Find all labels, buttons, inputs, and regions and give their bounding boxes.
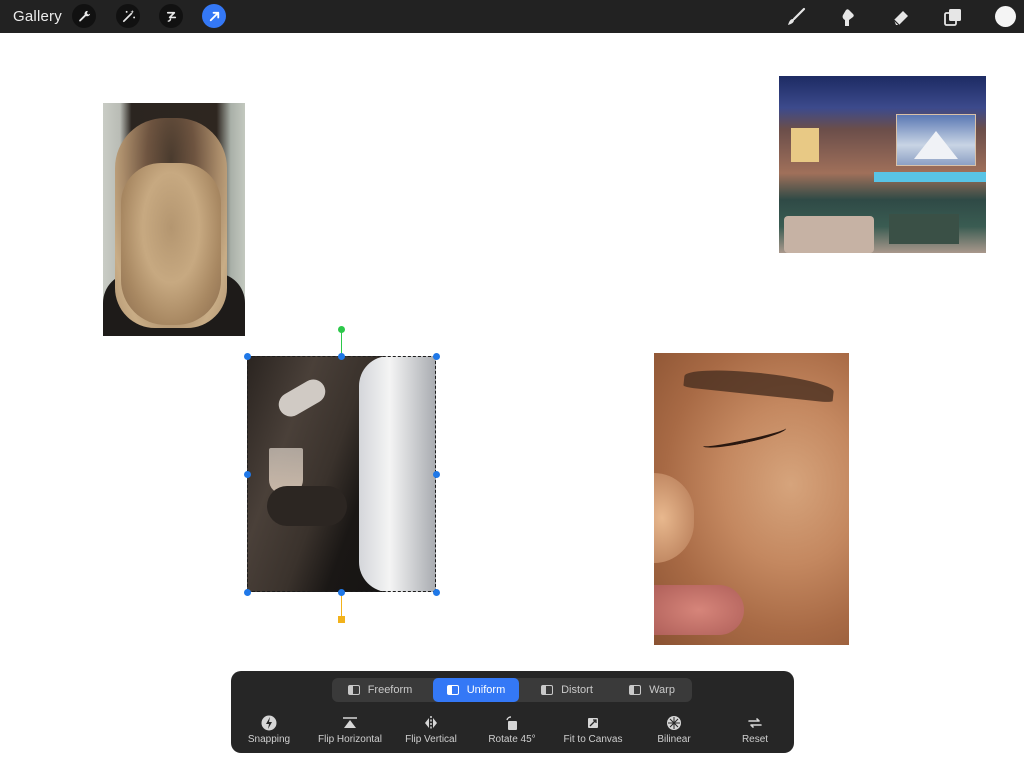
bilinear-icon [667, 716, 681, 730]
selection-bounding-box[interactable] [247, 356, 436, 592]
top-toolbar: Gallery [0, 0, 1024, 33]
reset-button[interactable]: Reset [715, 715, 795, 745]
flip-vertical-button[interactable]: Flip Vertical [391, 715, 471, 745]
photo-long-hair[interactable] [103, 103, 245, 336]
adjust-handle[interactable] [338, 616, 345, 623]
warp-icon [629, 685, 642, 695]
fit-to-canvas-button[interactable]: Fit to Canvas [553, 715, 633, 745]
mode-freeform[interactable]: Freeform [332, 678, 428, 702]
flip-vertical-icon [425, 716, 437, 730]
wrench-icon[interactable] [72, 4, 96, 28]
freeform-icon [347, 685, 360, 695]
uniform-icon [446, 685, 459, 695]
handle-top[interactable] [338, 353, 345, 360]
fit-canvas-icon [588, 718, 598, 728]
transform-toolbar: Freeform Uniform Distort Warp Snapping F… [231, 671, 794, 753]
magic-wand-icon[interactable] [116, 4, 140, 28]
handle-bottom[interactable] [338, 589, 345, 596]
adjust-handle-line [341, 592, 342, 619]
handle-right[interactable] [433, 471, 440, 478]
photo-face-closeup[interactable] [654, 353, 849, 645]
rotate-45-button[interactable]: Rotate 45° [472, 715, 552, 745]
reset-icon [748, 718, 762, 728]
rotate-icon [506, 716, 517, 730]
bilinear-button[interactable]: Bilinear [634, 715, 714, 745]
gallery-button[interactable]: Gallery [13, 8, 62, 25]
handle-top-left[interactable] [244, 353, 251, 360]
brush-icon[interactable] [784, 5, 808, 29]
handle-top-right[interactable] [433, 353, 440, 360]
rotation-handle[interactable] [338, 326, 345, 333]
mode-uniform[interactable]: Uniform [433, 678, 519, 702]
smudge-icon[interactable] [836, 5, 860, 29]
flip-horizontal-icon [343, 717, 357, 728]
distort-icon [541, 685, 554, 695]
mode-warp[interactable]: Warp [612, 678, 692, 702]
handle-bottom-left[interactable] [244, 589, 251, 596]
transform-mode-selector: Freeform Uniform Distort Warp [332, 678, 692, 702]
selection-icon[interactable] [159, 4, 183, 28]
mode-distort[interactable]: Distort [524, 678, 610, 702]
eraser-icon[interactable] [889, 5, 913, 29]
transform-arrow-icon[interactable] [202, 4, 226, 28]
snapping-button[interactable]: Snapping [229, 715, 309, 745]
handle-left[interactable] [244, 471, 251, 478]
flip-horizontal-button[interactable]: Flip Horizontal [310, 715, 390, 745]
color-swatch[interactable] [995, 6, 1016, 27]
lightning-icon [261, 715, 277, 731]
handle-bottom-right[interactable] [433, 589, 440, 596]
photo-outdoor-theater[interactable] [779, 76, 986, 253]
layers-icon[interactable] [941, 5, 965, 29]
